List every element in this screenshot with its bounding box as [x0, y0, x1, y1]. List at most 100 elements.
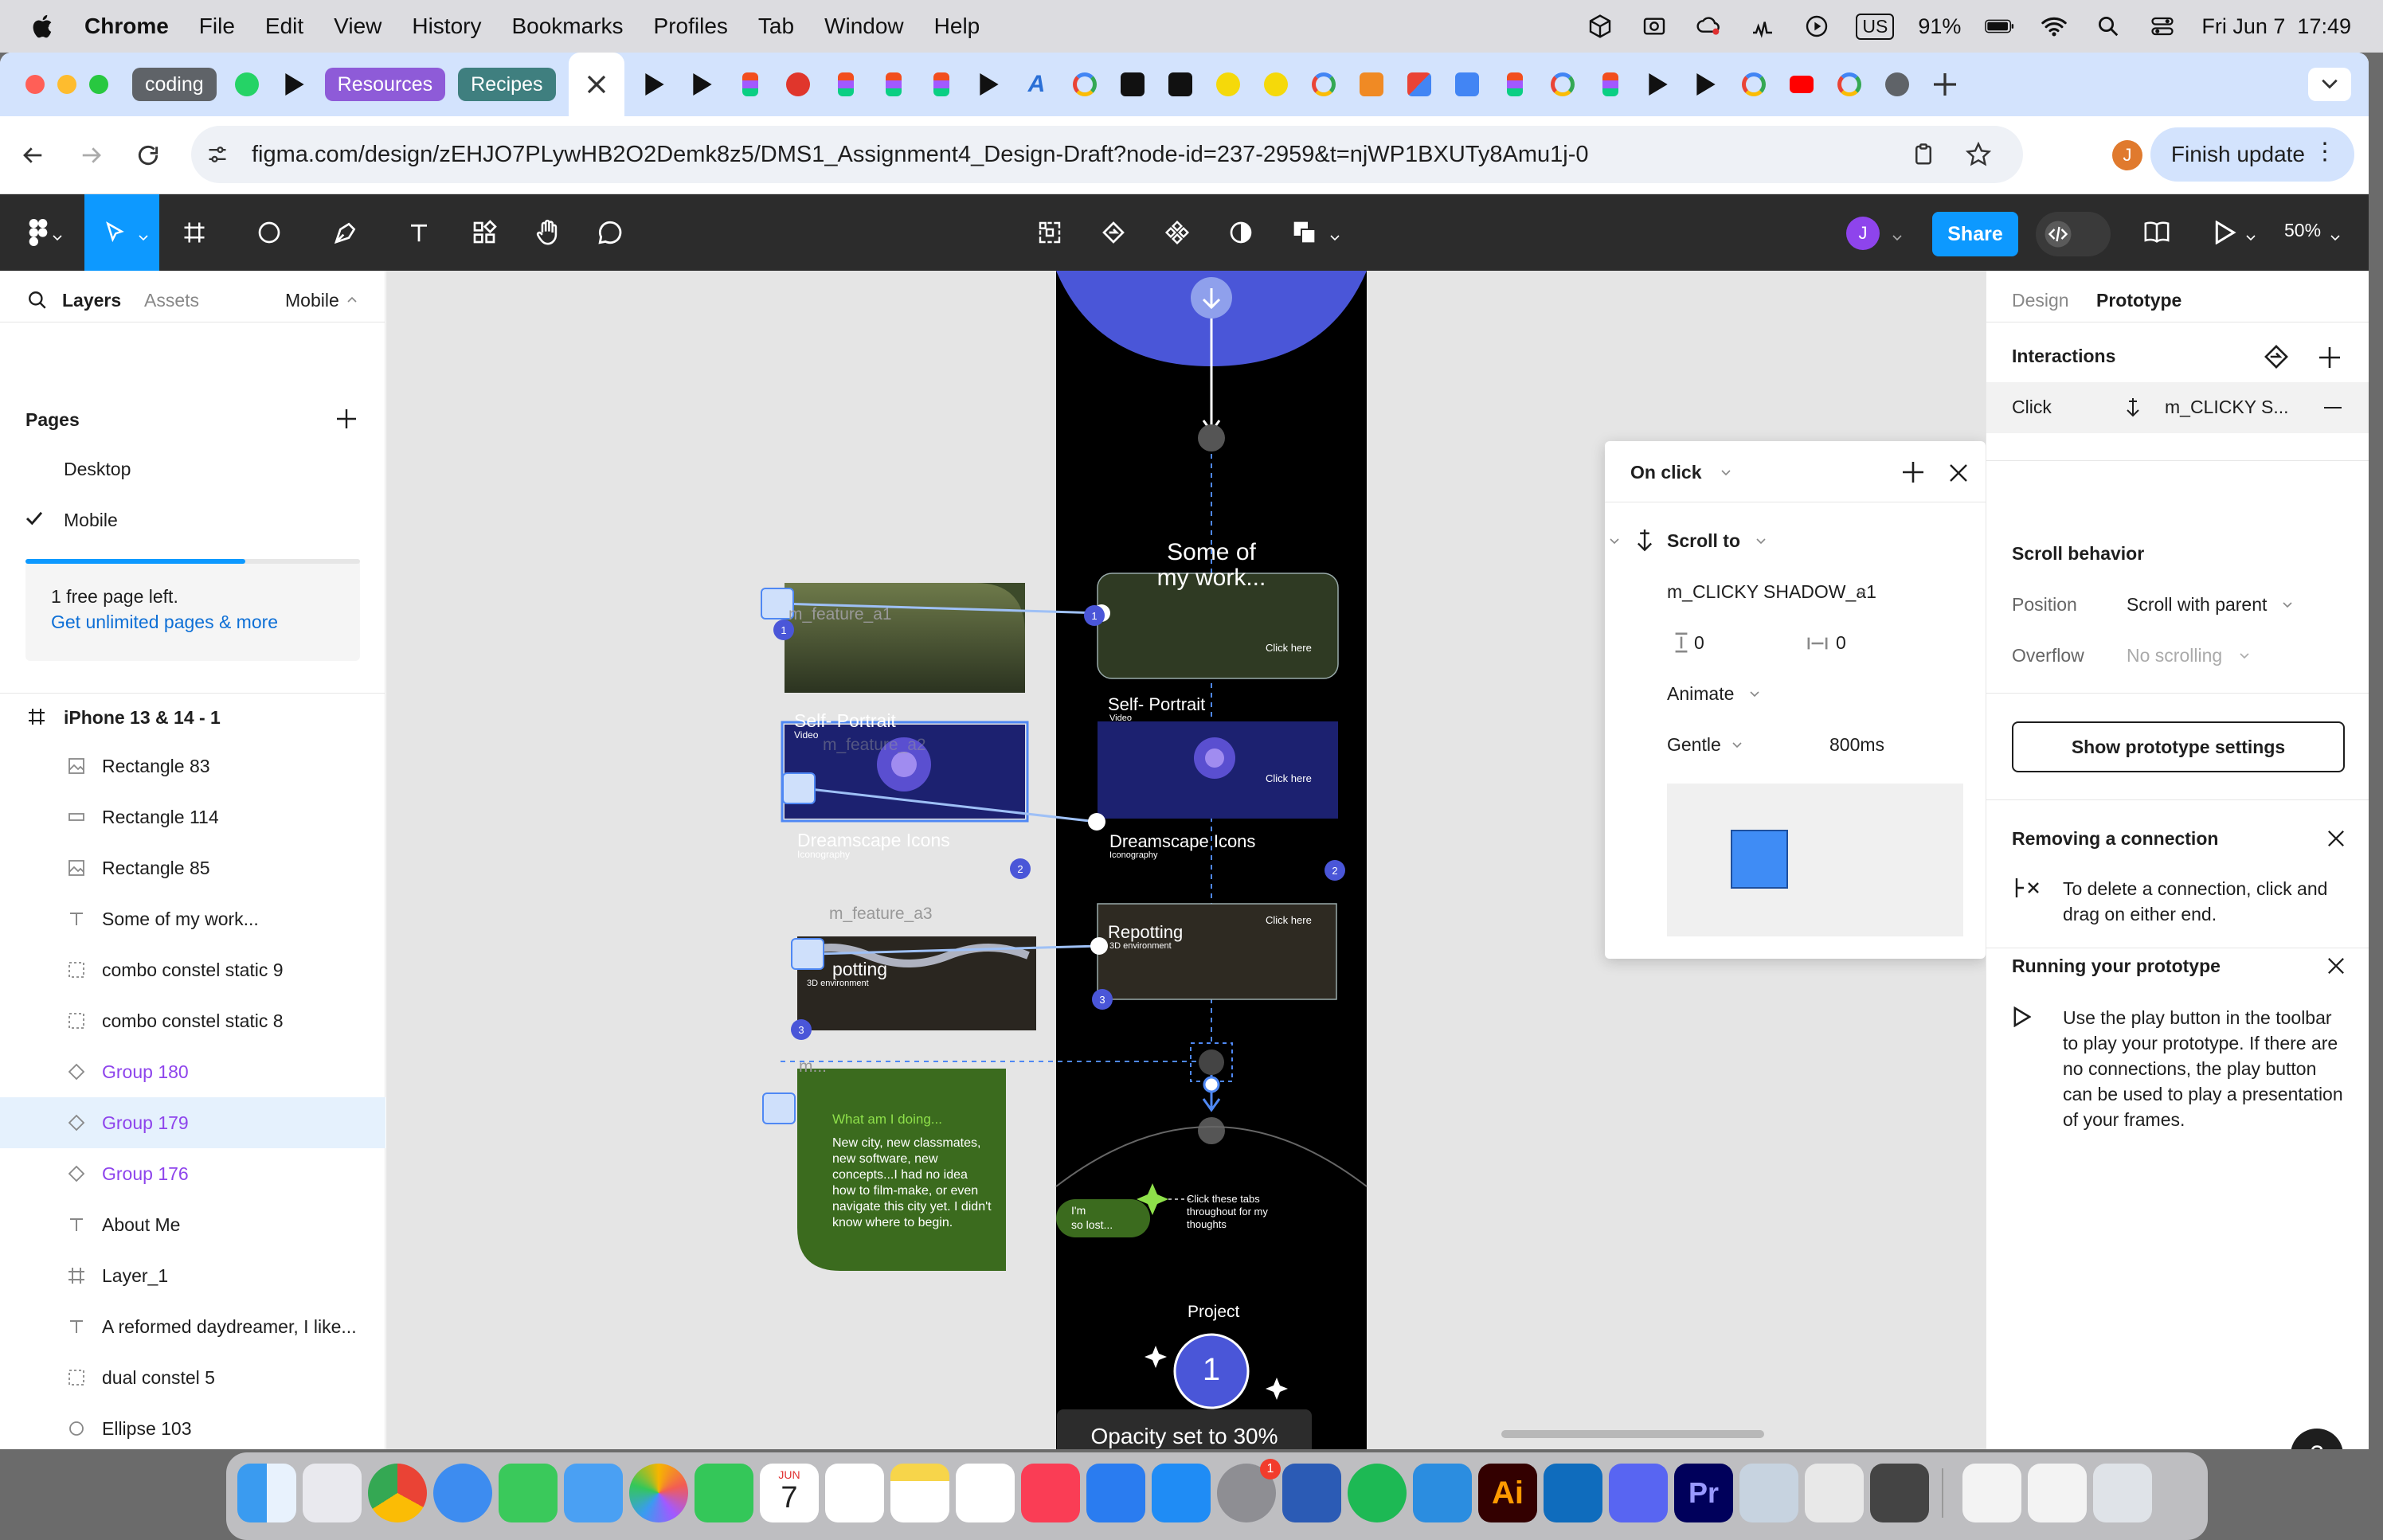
chevron-down-icon[interactable] — [139, 231, 148, 245]
layer-row[interactable]: Rectangle 83 — [0, 741, 385, 791]
tab-figma-2[interactable] — [828, 68, 863, 101]
outlook-icon[interactable] — [1544, 1464, 1602, 1522]
layer-row[interactable]: Group 176 — [0, 1148, 385, 1199]
flow-icon[interactable] — [1094, 213, 1133, 252]
tab-whatsapp[interactable] — [229, 68, 264, 101]
premiere-icon[interactable]: Pr — [1674, 1464, 1733, 1522]
interaction-badge[interactable] — [782, 772, 816, 804]
trigger-select[interactable]: On click — [1630, 462, 1701, 483]
freeform-icon[interactable] — [956, 1464, 1015, 1522]
chevron-down-icon[interactable] — [1330, 231, 1340, 245]
minimize-window-button[interactable] — [57, 75, 76, 94]
reminders-icon[interactable] — [825, 1464, 884, 1522]
dev-mode-toggle[interactable] — [2036, 212, 2111, 256]
show-prototype-settings-button[interactable]: Show prototype settings — [2012, 721, 2345, 772]
menu-clock[interactable]: Fri Jun 7 17:49 — [2201, 14, 2351, 39]
apple-icon[interactable] — [30, 12, 57, 41]
chevron-down-icon[interactable] — [2240, 653, 2249, 659]
frame-layer-name[interactable]: iPhone 13 & 14 - 1 — [64, 707, 221, 729]
chevron-down-icon[interactable] — [53, 231, 62, 245]
tab-google-1[interactable] — [1067, 68, 1102, 101]
tab-youtube-4[interactable] — [972, 68, 1007, 101]
preview-icon[interactable] — [1739, 1464, 1798, 1522]
close-window-button[interactable] — [25, 75, 45, 94]
messages-icon[interactable] — [499, 1464, 558, 1522]
position-select[interactable]: Scroll with parent — [2127, 594, 2267, 616]
vscode-icon[interactable] — [1413, 1464, 1472, 1522]
tab-globe[interactable] — [1880, 68, 1915, 101]
word-icon[interactable] — [1282, 1464, 1341, 1522]
chevron-down-icon[interactable] — [2246, 231, 2256, 245]
tab-group-resources[interactable]: Resources — [324, 68, 446, 101]
tab-search-button[interactable] — [2308, 68, 2351, 101]
battery-icon[interactable] — [1985, 11, 2015, 41]
animation-select[interactable]: Animate — [1667, 683, 1734, 705]
tab-youtube-5[interactable] — [1641, 68, 1676, 101]
layer-row[interactable]: dual constel 5 — [0, 1352, 385, 1403]
activity-icon[interactable] — [1747, 11, 1778, 41]
tab-prototype[interactable]: Prototype — [2096, 290, 2181, 311]
menu-app-name[interactable]: Chrome — [84, 14, 169, 39]
flow-start-icon[interactable] — [2262, 344, 2291, 369]
spotify-icon[interactable] — [1348, 1464, 1407, 1522]
unity-icon[interactable] — [1805, 1464, 1864, 1522]
menu-profiles[interactable]: Profiles — [654, 14, 728, 39]
screenshot-icon[interactable] — [1639, 11, 1669, 41]
menu-help[interactable]: Help — [934, 14, 980, 39]
tab-google-5[interactable] — [1832, 68, 1867, 101]
layer-row[interactable]: About Me — [0, 1199, 385, 1250]
hand-tool-icon[interactable] — [529, 213, 567, 252]
recent-window-icon[interactable] — [2028, 1464, 2087, 1522]
close-tab-icon[interactable] — [587, 75, 606, 94]
play-circle-icon[interactable] — [1802, 11, 1832, 41]
wifi-icon[interactable] — [2039, 11, 2069, 41]
url-text[interactable]: figma.com/design/zEHJO7PLywHB2O2Demk8z5/… — [252, 142, 1589, 168]
tab-youtube-red[interactable] — [1784, 68, 1819, 101]
layer-row[interactable]: Layer_1 — [0, 1250, 385, 1301]
label-feature-a3[interactable]: m_feature_a3 — [829, 905, 933, 924]
add-page-icon[interactable] — [337, 409, 356, 428]
layer-row[interactable]: combo constel static 9 — [0, 944, 385, 995]
layer-row[interactable]: Group 179 — [0, 1097, 385, 1148]
recent-file-icon[interactable] — [1962, 1464, 2021, 1522]
cube-icon[interactable] — [1585, 11, 1615, 41]
layer-row[interactable]: combo constel static 8 — [0, 995, 385, 1046]
profile-avatar[interactable]: J — [2112, 140, 2142, 170]
cursor-icon[interactable] — [96, 213, 134, 252]
text-tool-icon[interactable] — [400, 213, 438, 252]
tab-youtube-2[interactable] — [637, 68, 672, 101]
close-icon[interactable] — [2327, 957, 2345, 975]
finder-icon[interactable] — [237, 1464, 296, 1522]
resources-tool-icon[interactable] — [465, 213, 503, 252]
click-here-label[interactable]: Click here — [1266, 914, 1312, 926]
figma-main-menu-icon[interactable] — [19, 213, 57, 252]
contrast-icon[interactable] — [1222, 213, 1260, 252]
app-store-icon[interactable] — [1152, 1464, 1211, 1522]
chevron-down-icon[interactable] — [1750, 691, 1759, 698]
label-feature-a1[interactable]: m_feature_a1 — [788, 605, 892, 624]
user-avatar[interactable]: J — [1846, 217, 1880, 250]
tab-figma-5[interactable] — [1497, 68, 1532, 101]
close-icon[interactable] — [1949, 463, 1968, 483]
spotlight-search-icon[interactable] — [2093, 11, 2123, 41]
boolean-ops-icon[interactable] — [1285, 213, 1324, 252]
chevron-down-icon[interactable] — [1732, 742, 1742, 749]
present-play-icon[interactable] — [2206, 213, 2244, 252]
click-here-label[interactable]: Click here — [1266, 642, 1312, 654]
chevron-up-icon[interactable] — [347, 296, 357, 303]
click-here-label[interactable]: Click here — [1266, 772, 1312, 784]
chevron-down-icon[interactable] — [2330, 231, 2340, 245]
tab-layers[interactable]: Layers — [62, 290, 121, 311]
add-interaction-icon[interactable] — [2319, 347, 2340, 368]
input-source-badge[interactable]: US — [1856, 13, 1895, 40]
components-icon[interactable] — [1158, 213, 1196, 252]
discord-icon[interactable] — [1609, 1464, 1668, 1522]
duration-input[interactable]: 800ms — [1829, 734, 1884, 756]
zoom-window-button[interactable] — [89, 75, 108, 94]
safari-icon[interactable] — [433, 1464, 492, 1522]
upgrade-link[interactable]: Get unlimited pages & more — [51, 612, 278, 633]
illustrator-icon[interactable]: Ai — [1478, 1464, 1537, 1522]
menu-file[interactable]: File — [199, 14, 235, 39]
interaction-row[interactable]: Click m_CLICKY S... — [1986, 382, 2369, 433]
control-center-icon[interactable] — [2147, 11, 2178, 41]
